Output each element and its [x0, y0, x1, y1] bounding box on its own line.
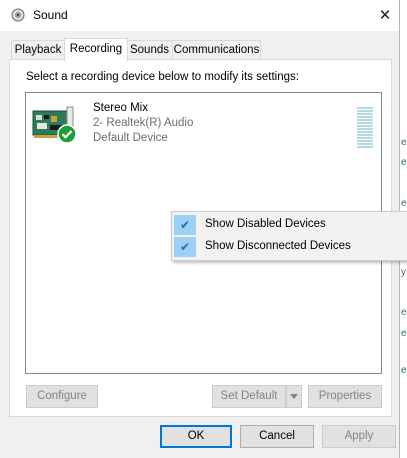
- configure-button[interactable]: Configure: [26, 385, 98, 408]
- checkmark-icon: ✔: [174, 237, 196, 257]
- close-icon: ✕: [378, 7, 392, 24]
- instruction-text: Select a recording device below to modif…: [26, 71, 299, 83]
- context-menu: ✔ Show Disabled Devices ✔ Show Disconnec…: [171, 211, 407, 261]
- set-default-button[interactable]: Set Default: [212, 385, 286, 408]
- apply-button[interactable]: Apply: [322, 425, 396, 448]
- tab-communications[interactable]: Communications: [172, 40, 261, 60]
- device-description: 2- Realtek(R) Audio: [93, 117, 194, 129]
- level-meter: [357, 107, 373, 151]
- tab-playback[interactable]: Playback: [11, 40, 65, 60]
- cancel-button[interactable]: Cancel: [240, 425, 314, 448]
- speaker-icon: [11, 8, 25, 22]
- list-item[interactable]: Stereo Mix 2- Realtek(R) Audio Default D…: [28, 99, 378, 148]
- ok-button[interactable]: OK: [160, 425, 232, 448]
- properties-button[interactable]: Properties: [308, 385, 382, 408]
- checkmark-icon: ✔: [174, 215, 196, 235]
- window-title: Sound: [33, 8, 68, 22]
- tab-sounds[interactable]: Sounds: [126, 40, 173, 60]
- default-checkmark-icon: [57, 124, 77, 144]
- device-status: Default Device: [93, 132, 168, 144]
- menu-item-show-disconnected[interactable]: ✔ Show Disconnected Devices: [172, 236, 407, 258]
- menu-item-show-disabled[interactable]: ✔ Show Disabled Devices: [172, 214, 407, 236]
- title-bar[interactable]: Sound ✕: [0, 0, 399, 31]
- chevron-down-icon[interactable]: [286, 385, 302, 408]
- device-name: Stereo Mix: [93, 102, 148, 114]
- menu-item-label: Show Disabled Devices: [205, 218, 326, 230]
- close-button[interactable]: ✕: [372, 3, 398, 29]
- menu-item-label: Show Disconnected Devices: [205, 240, 351, 252]
- tab-recording[interactable]: Recording: [64, 38, 128, 61]
